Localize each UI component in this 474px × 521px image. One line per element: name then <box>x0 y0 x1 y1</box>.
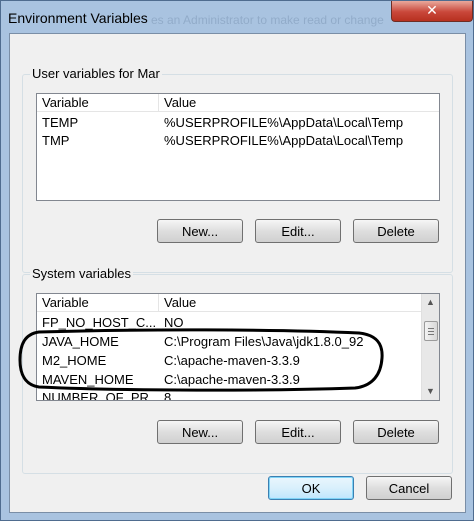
environment-variables-window: Environment Variables es an Administrato… <box>0 0 474 521</box>
scroll-thumb[interactable] <box>424 321 438 341</box>
column-divider[interactable] <box>158 294 159 311</box>
table-row[interactable]: TMP %USERPROFILE%\AppData\Local\Temp <box>37 132 439 150</box>
window-title: Environment Variables <box>8 10 148 26</box>
scroll-up-arrow[interactable]: ▲ <box>422 294 439 311</box>
highlight-ellipse <box>18 328 384 392</box>
scroll-down-arrow[interactable]: ▼ <box>422 383 439 400</box>
background-window-text: es an Administrator to make read or chan… <box>151 13 384 27</box>
system-variables-label: System variables <box>30 266 133 281</box>
grip-line <box>428 328 434 329</box>
user-new-button[interactable]: New... <box>157 219 243 243</box>
variable-value: %USERPROFILE%\AppData\Local\Temp <box>164 133 404 148</box>
chevron-down-icon: ▼ <box>426 386 435 396</box>
variable-value: %USERPROFILE%\AppData\Local\Temp <box>164 115 404 130</box>
table-row[interactable]: TEMP %USERPROFILE%\AppData\Local\Temp <box>37 114 439 132</box>
dialog-body: User variables for Mar Variable Value TE… <box>9 33 466 513</box>
column-divider[interactable] <box>158 94 159 111</box>
user-column-value[interactable]: Value <box>164 95 196 110</box>
user-delete-button[interactable]: Delete <box>353 219 439 243</box>
chevron-up-icon: ▲ <box>426 297 435 307</box>
title-bar[interactable]: Environment Variables es an Administrato… <box>1 1 473 33</box>
system-list-header: Variable Value <box>37 294 439 312</box>
user-list-header: Variable Value <box>37 94 439 112</box>
user-variables-list[interactable]: Variable Value TEMP %USERPROFILE%\AppDat… <box>36 93 440 201</box>
close-button[interactable]: ✕ <box>391 1 473 22</box>
close-icon: ✕ <box>426 2 438 18</box>
system-new-button[interactable]: New... <box>157 420 243 444</box>
user-variables-group: User variables for Mar Variable Value TE… <box>22 66 453 273</box>
variable-name: TMP <box>42 133 70 148</box>
variable-name: TEMP <box>42 115 79 130</box>
user-variables-label: User variables for Mar <box>30 66 162 81</box>
user-edit-button[interactable]: Edit... <box>255 219 341 243</box>
grip-line <box>428 334 434 335</box>
system-column-variable[interactable]: Variable <box>42 295 89 310</box>
user-column-variable[interactable]: Variable <box>42 95 89 110</box>
system-delete-button[interactable]: Delete <box>353 420 439 444</box>
system-column-value[interactable]: Value <box>164 295 196 310</box>
cancel-button[interactable]: Cancel <box>366 476 452 500</box>
ok-button[interactable]: OK <box>268 476 354 500</box>
grip-line <box>428 331 434 332</box>
system-edit-button[interactable]: Edit... <box>255 420 341 444</box>
system-list-scrollbar[interactable]: ▲ ▼ <box>421 294 439 400</box>
